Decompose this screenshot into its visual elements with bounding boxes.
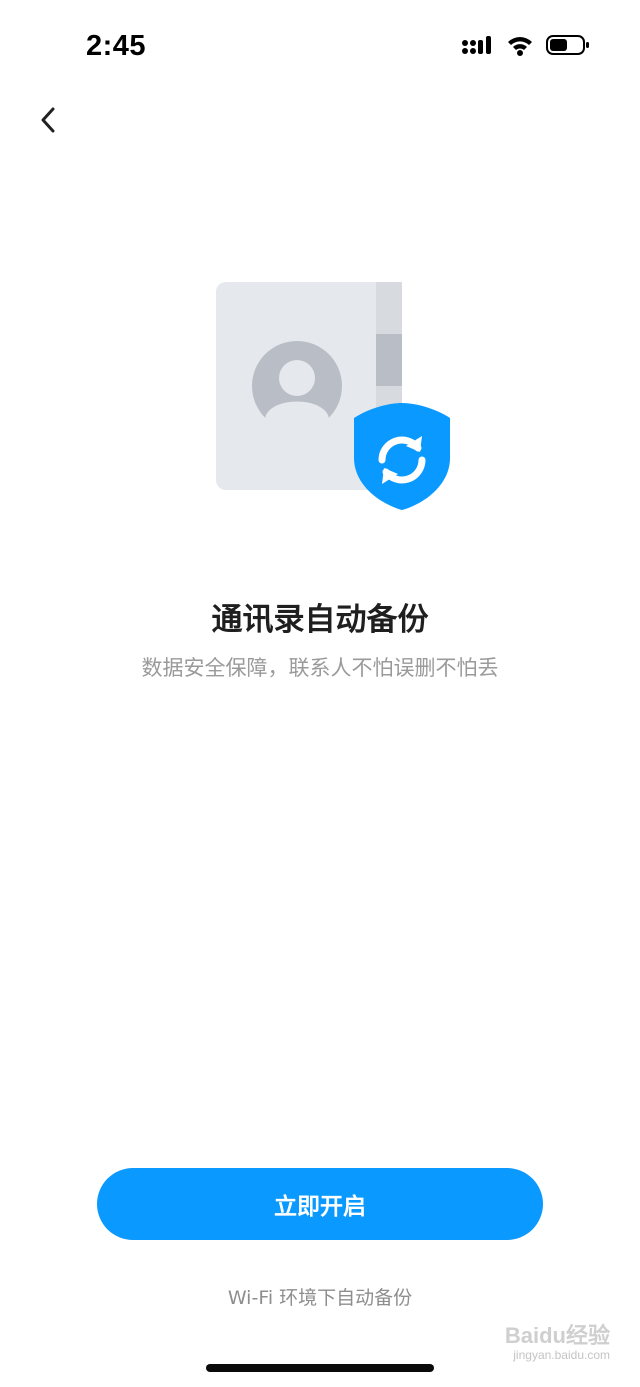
page-subtitle: 数据安全保障，联系人不怕误删不怕丢 [141, 656, 499, 680]
back-button[interactable] [28, 100, 68, 144]
watermark-domain: jingyan.baidu.com [513, 1348, 610, 1362]
contacts-book-shield-sync-icon [210, 278, 460, 518]
baidu-watermark: Baidu经验 jingyan.baidu.com [505, 1318, 610, 1362]
watermark-brand: Baidu经验 [504, 1323, 610, 1348]
signal-icon [462, 34, 494, 60]
battery-icon [546, 34, 590, 60]
chevron-left-icon [38, 106, 58, 138]
wifi-icon [506, 34, 534, 60]
status-icons [462, 34, 590, 60]
page-title: 通讯录自动备份 [211, 602, 429, 638]
status-time: 2:45 [86, 30, 147, 62]
enable-now-button[interactable]: 立即开启 [97, 1168, 543, 1240]
home-indicator[interactable] [206, 1364, 434, 1372]
wifi-backup-hint: Wi-Fi 环境下自动备份 [227, 1287, 413, 1309]
screen: 2:45 通讯录自动备份 数据安全保障，联系人不怕误删不怕丢 立即开启 Wi-F… [0, 0, 640, 1387]
